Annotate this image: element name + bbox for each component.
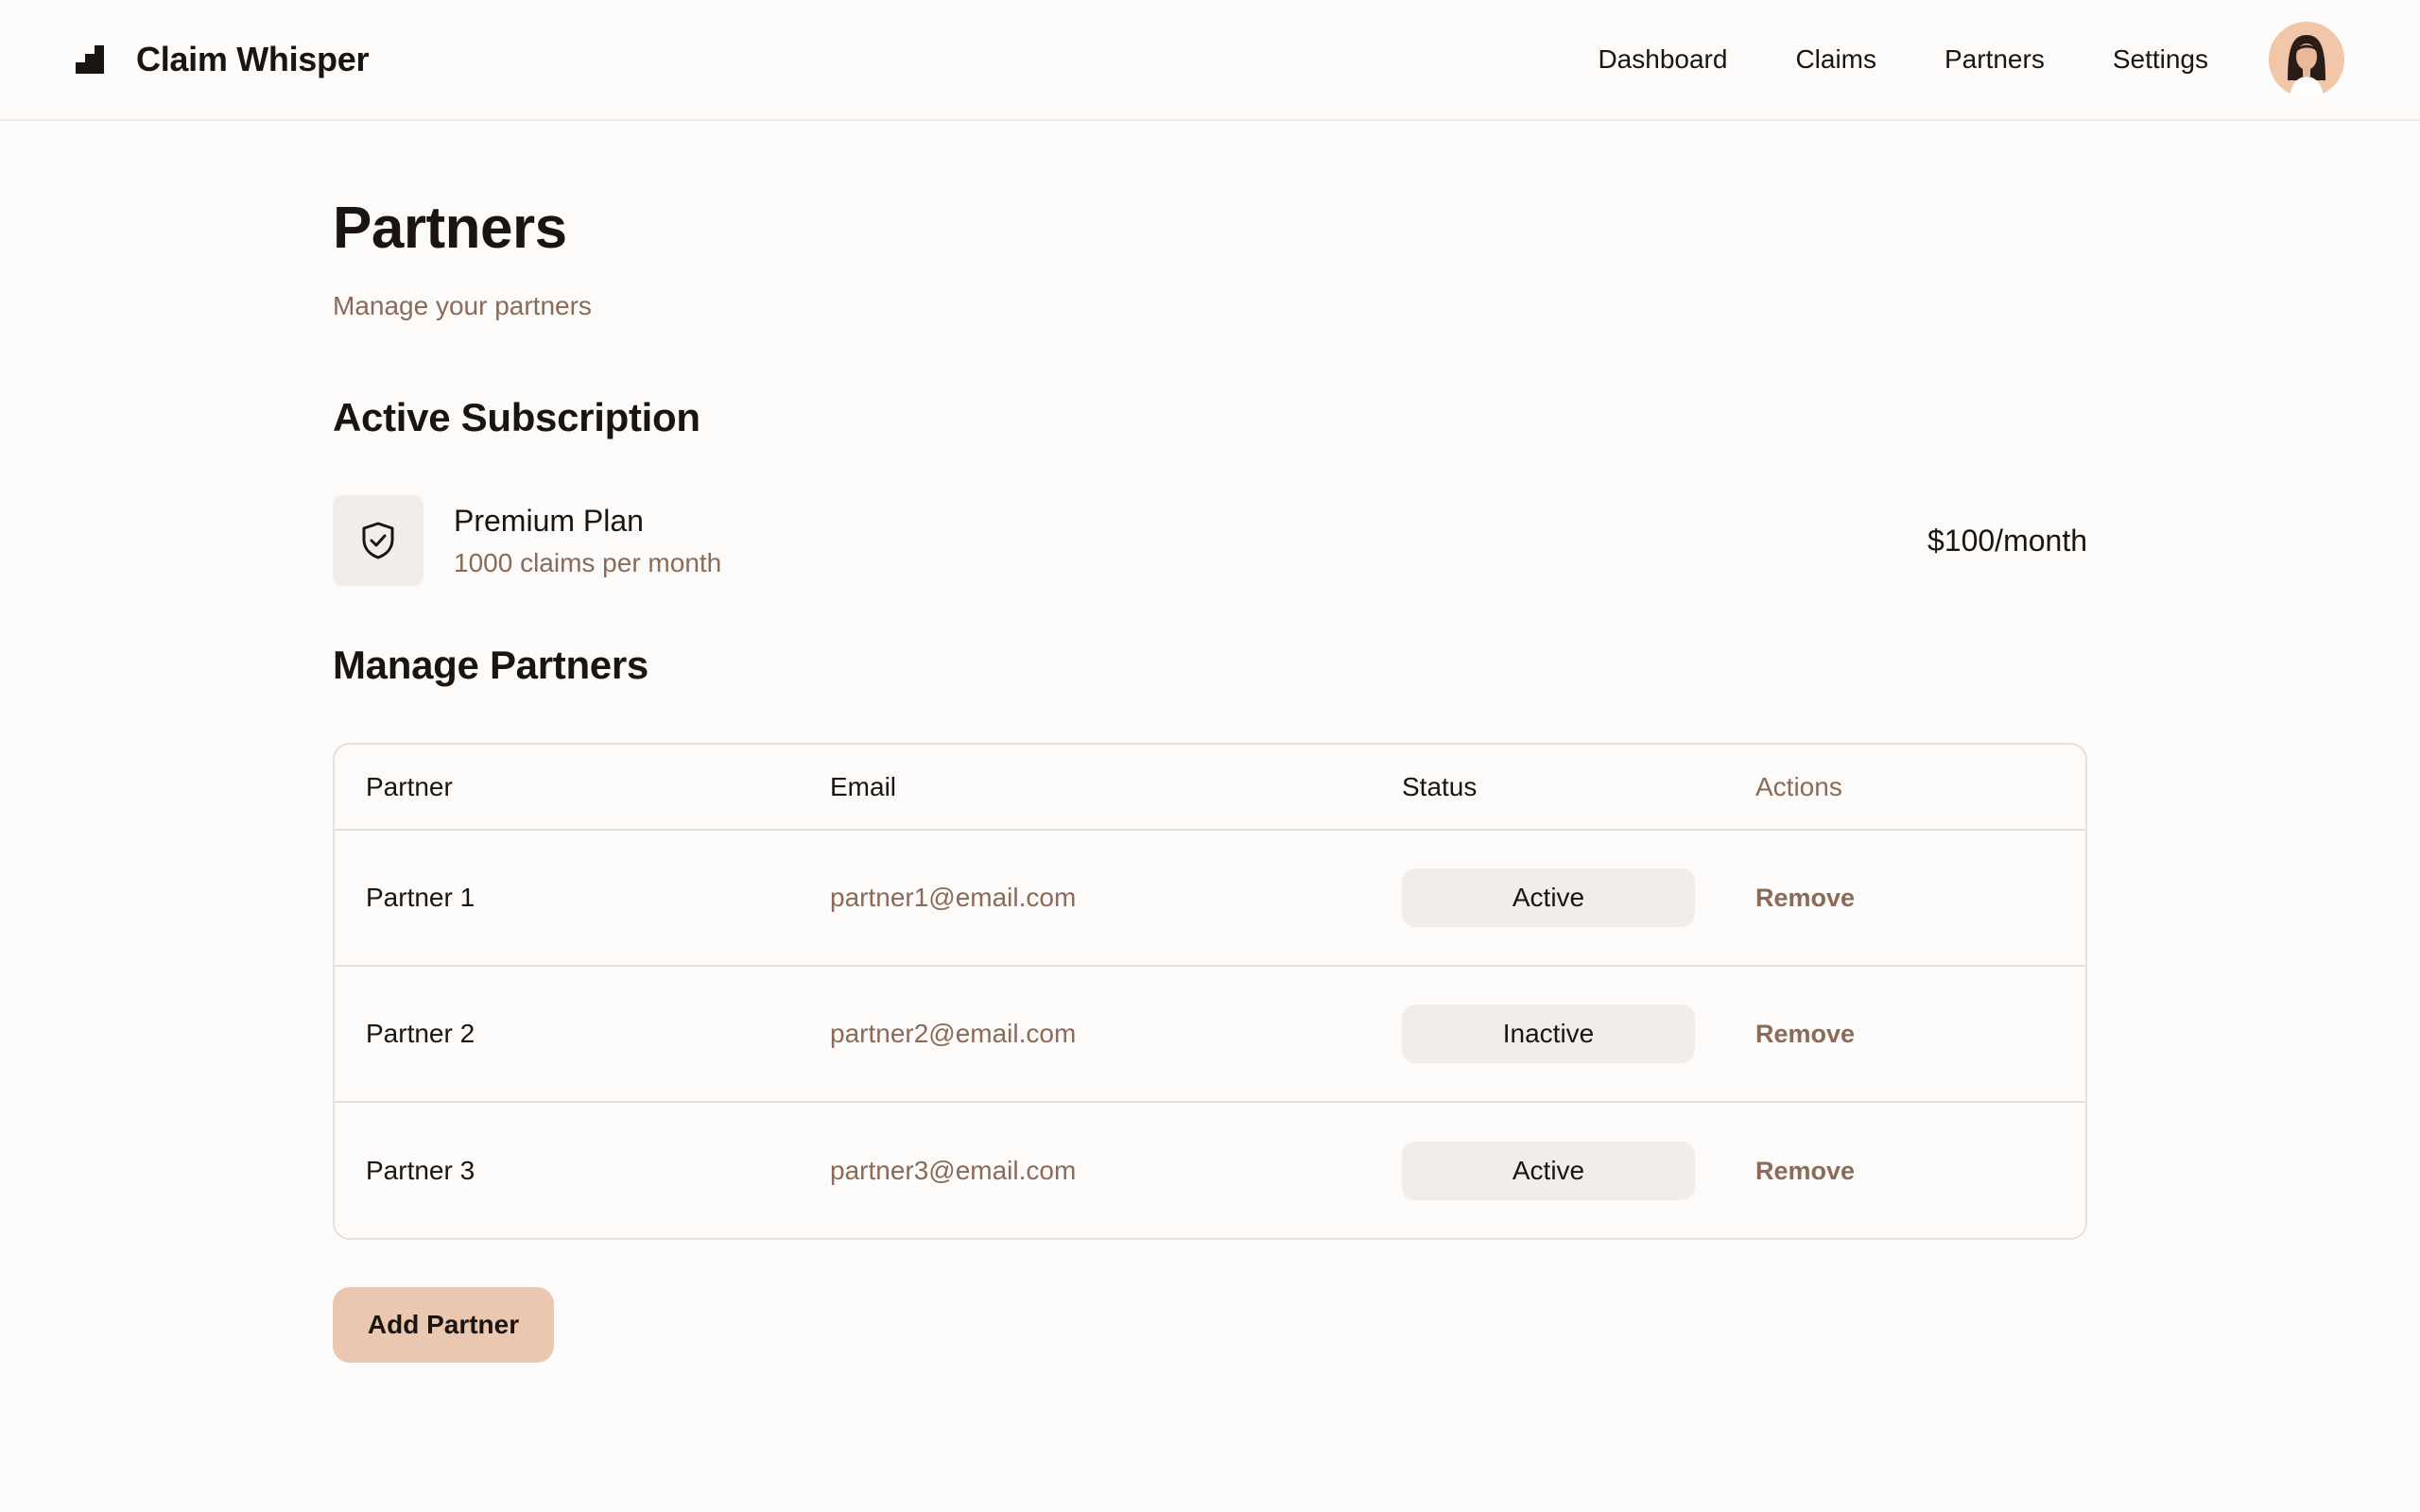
top-navigation-bar: Claim Whisper Dashboard Claims Partners … xyxy=(0,0,2420,121)
page-title: Partners xyxy=(333,196,567,261)
subscription-plan-row: Premium Plan 1000 claims per month $100/… xyxy=(333,495,2087,586)
brand[interactable]: Claim Whisper xyxy=(76,40,369,79)
avatar-portrait-icon xyxy=(2269,22,2344,97)
nav-partners[interactable]: Partners xyxy=(1945,44,2045,75)
remove-partner-button[interactable]: Remove xyxy=(1755,884,1855,912)
plan-name: Premium Plan xyxy=(454,503,644,538)
shield-check-icon xyxy=(362,522,394,559)
plan-description: 1000 claims per month xyxy=(454,547,722,577)
plan-text: Premium Plan 1000 claims per month xyxy=(454,504,721,578)
nav-settings[interactable]: Settings xyxy=(2113,44,2208,75)
partner-email: partner1@email.com xyxy=(830,883,1077,912)
brand-name: Claim Whisper xyxy=(136,40,370,78)
column-header-actions: Actions xyxy=(1755,771,1842,801)
nav-dashboard[interactable]: Dashboard xyxy=(1598,44,1727,75)
partner-name: Partner 3 xyxy=(366,1155,475,1185)
column-header-email: Email xyxy=(830,771,897,801)
table-row: Partner 3 partner3@email.com Active Remo… xyxy=(335,1102,2085,1238)
plan-icon-tile xyxy=(333,495,424,586)
table-header-row: Partner Email Status Actions xyxy=(335,745,2085,830)
partner-email: partner3@email.com xyxy=(830,1155,1077,1185)
partner-email: partner2@email.com xyxy=(830,1019,1077,1048)
remove-partner-button[interactable]: Remove xyxy=(1755,1157,1855,1185)
partner-name: Partner 1 xyxy=(366,883,475,912)
add-partner-button[interactable]: Add Partner xyxy=(333,1287,554,1363)
column-header-status: Status xyxy=(1402,771,1478,801)
nav-claims[interactable]: Claims xyxy=(1795,44,1876,75)
remove-partner-button[interactable]: Remove xyxy=(1755,1020,1855,1048)
subscription-section-title: Active Subscription xyxy=(333,395,700,439)
status-badge: Inactive xyxy=(1402,1005,1695,1063)
status-badge: Active xyxy=(1402,868,1695,927)
stairs-logo-icon xyxy=(76,45,104,74)
table-row: Partner 2 partner2@email.com Inactive Re… xyxy=(335,966,2085,1102)
main-nav: Dashboard Claims Partners Settings xyxy=(1598,44,2208,75)
page-subtitle: Manage your partners xyxy=(333,291,592,320)
column-header-partner: Partner xyxy=(366,771,453,801)
user-avatar[interactable] xyxy=(2269,22,2344,97)
table-row: Partner 1 partner1@email.com Active Remo… xyxy=(335,830,2085,966)
partners-table: Partner Email Status Actions Partner 1 p… xyxy=(333,743,2087,1240)
partner-name: Partner 2 xyxy=(366,1019,475,1048)
manage-partners-section-title: Manage Partners xyxy=(333,643,648,687)
status-badge: Active xyxy=(1402,1141,1695,1200)
plan-price: $100/month xyxy=(1927,523,2087,558)
